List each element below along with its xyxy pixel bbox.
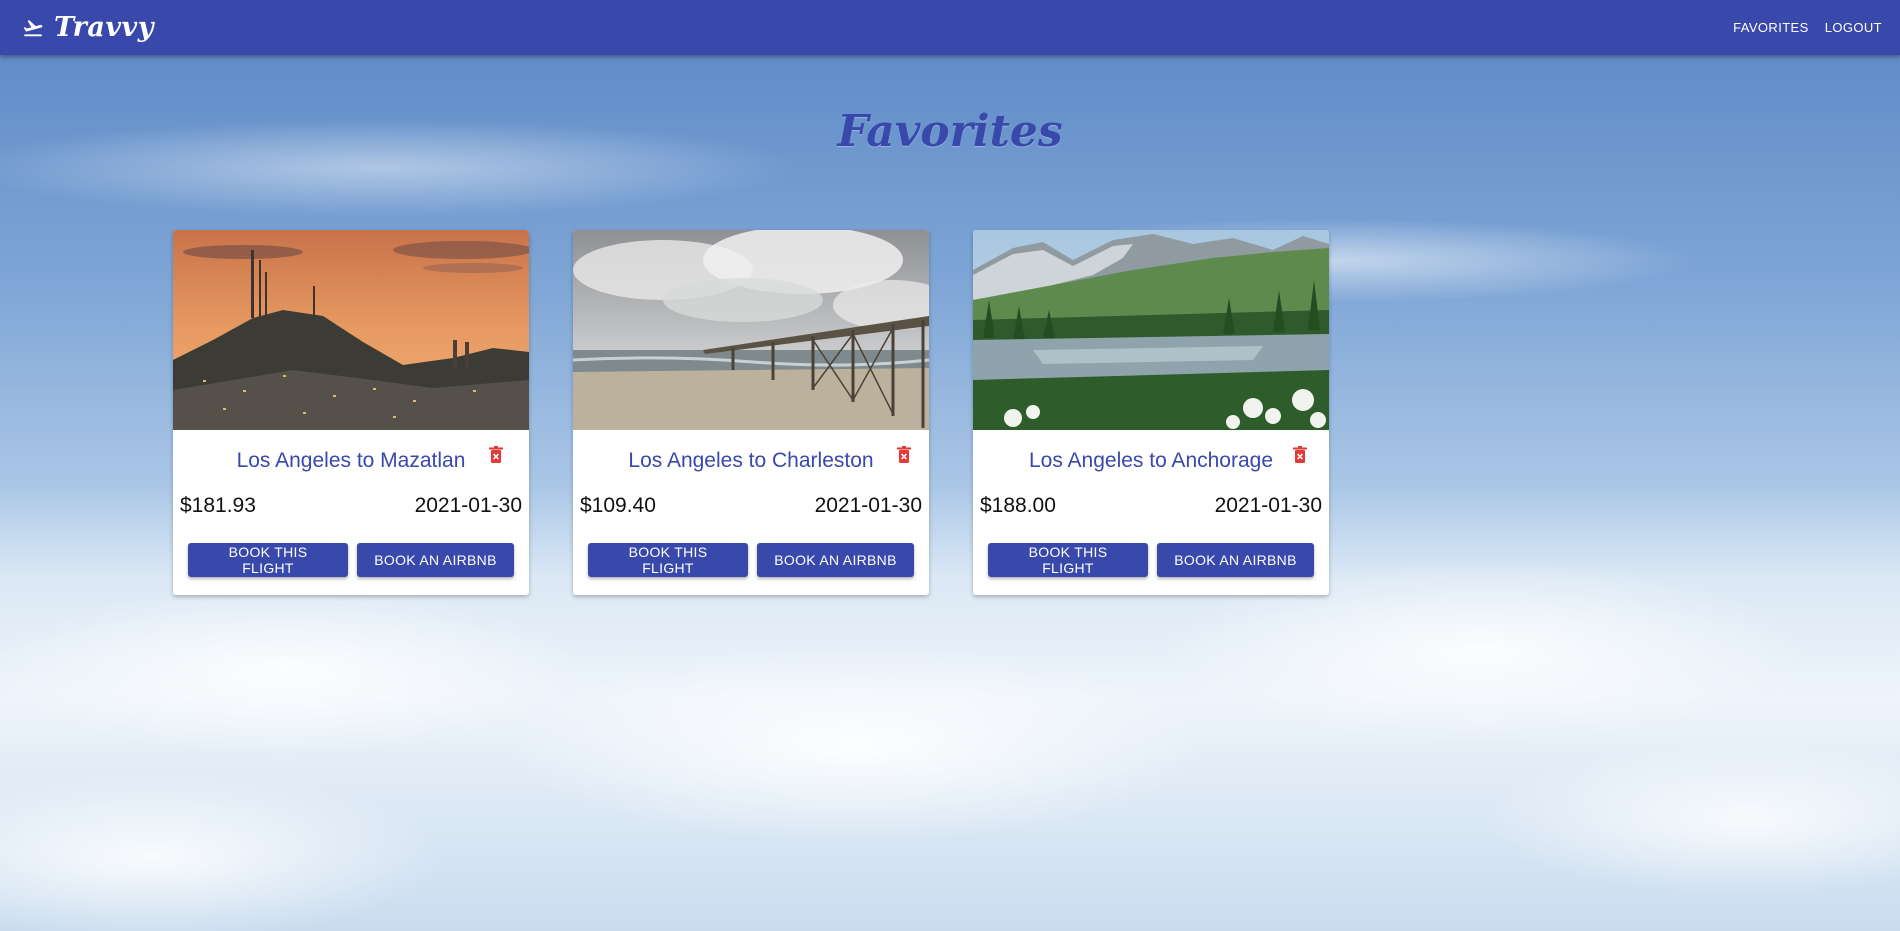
favorite-card: Los Angeles to Mazatlan $181.93 2021-01-… — [173, 230, 529, 595]
travel-date: 2021-01-30 — [414, 494, 522, 517]
destination-image — [173, 230, 529, 430]
book-airbnb-button[interactable]: BOOK AN AIRBNB — [1157, 543, 1314, 577]
price: $188.00 — [980, 494, 1056, 517]
top-nav: FAVORITES LOGOUT — [1733, 20, 1882, 35]
brand[interactable]: Travvy — [22, 12, 154, 43]
card-heading: Los Angeles to Anchorage — [973, 430, 1329, 486]
airplane-takeoff-icon — [22, 17, 44, 39]
brand-title: Travvy — [54, 12, 154, 43]
price: $109.40 — [580, 494, 656, 517]
book-airbnb-button[interactable]: BOOK AN AIRBNB — [757, 543, 914, 577]
nav-logout-link[interactable]: LOGOUT — [1825, 20, 1882, 35]
book-flight-button[interactable]: BOOK THIS FLIGHT — [188, 543, 348, 577]
delete-icon[interactable] — [489, 446, 503, 464]
delete-icon[interactable] — [897, 446, 911, 464]
card-actions: BOOK THIS FLIGHT BOOK AN AIRBNB — [973, 543, 1329, 577]
route-title: Los Angeles to Charleston — [628, 449, 874, 472]
favorite-card: Los Angeles to Charleston $109.40 2021-0… — [573, 230, 929, 595]
card-meta: $188.00 2021-01-30 — [973, 486, 1329, 526]
card-heading: Los Angeles to Charleston — [573, 430, 929, 486]
card-meta: $109.40 2021-01-30 — [573, 486, 929, 526]
travel-date: 2021-01-30 — [814, 494, 922, 517]
app-bar: Travvy FAVORITES LOGOUT — [0, 0, 1900, 55]
favorite-card: Los Angeles to Anchorage $188.00 2021-01… — [973, 230, 1329, 595]
delete-icon[interactable] — [1293, 446, 1307, 464]
book-airbnb-button[interactable]: BOOK AN AIRBNB — [357, 543, 514, 577]
route-title: Los Angeles to Anchorage — [1028, 449, 1274, 472]
destination-image — [973, 230, 1329, 430]
book-flight-button[interactable]: BOOK THIS FLIGHT — [988, 543, 1148, 577]
destination-image — [573, 230, 929, 430]
card-meta: $181.93 2021-01-30 — [173, 486, 529, 526]
travel-date: 2021-01-30 — [1214, 494, 1322, 517]
card-actions: BOOK THIS FLIGHT BOOK AN AIRBNB — [173, 543, 529, 577]
price: $181.93 — [180, 494, 256, 517]
card-heading: Los Angeles to Mazatlan — [173, 430, 529, 486]
book-flight-button[interactable]: BOOK THIS FLIGHT — [588, 543, 748, 577]
favorites-list: Los Angeles to Mazatlan $181.93 2021-01-… — [173, 230, 1329, 595]
card-actions: BOOK THIS FLIGHT BOOK AN AIRBNB — [573, 543, 929, 577]
page-title: Favorites — [837, 106, 1063, 157]
nav-favorites-link[interactable]: FAVORITES — [1733, 20, 1809, 35]
route-title: Los Angeles to Mazatlan — [236, 449, 466, 472]
